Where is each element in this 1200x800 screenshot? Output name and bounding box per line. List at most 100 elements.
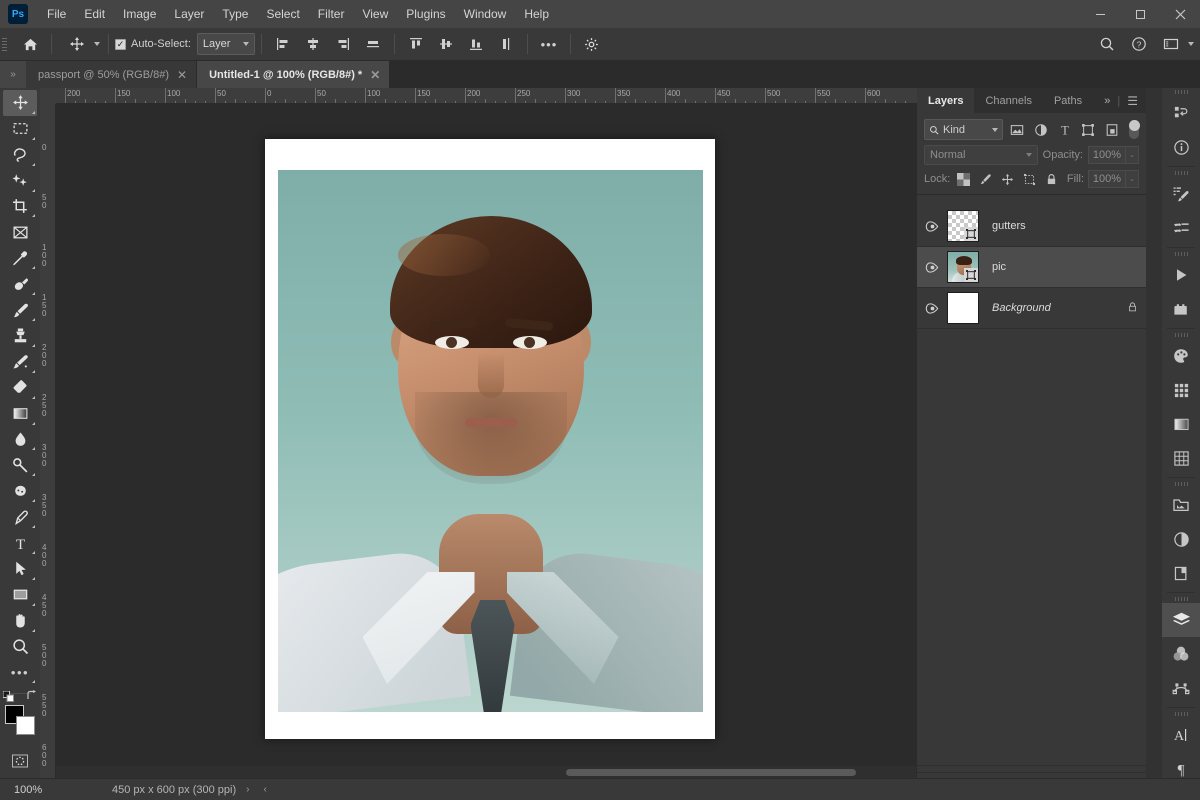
move-tool-icon[interactable] (62, 31, 92, 57)
channels-icon[interactable] (1162, 637, 1200, 671)
ruler-corner[interactable] (40, 88, 56, 104)
menu-file[interactable]: File (38, 0, 75, 28)
swatches-icon[interactable] (1162, 373, 1200, 407)
character-icon[interactable]: A (1162, 718, 1200, 752)
current-tool-chip[interactable] (58, 32, 102, 56)
layer-visibility-toggle[interactable] (917, 220, 947, 232)
actions-icon[interactable] (1162, 258, 1200, 292)
menu-select[interactable]: Select (257, 0, 308, 28)
eyedropper-tool[interactable] (3, 245, 37, 271)
menu-plugins[interactable]: Plugins (397, 0, 454, 28)
close-button[interactable] (1160, 0, 1200, 28)
align-right-edges-button[interactable] (328, 31, 358, 57)
close-icon[interactable]: ✕ (370, 68, 380, 82)
status-collapse-arrow[interactable]: ‹ (263, 784, 266, 795)
adjustments-icon[interactable] (1162, 522, 1200, 556)
layer-list[interactable]: gutters pic Background (917, 206, 1146, 738)
opacity-stepper[interactable]: ⌄ (1126, 146, 1139, 164)
document-tab-passport[interactable]: passport @ 50% (RGB/8#) ✕ (26, 61, 198, 88)
align-vertical-centers-button[interactable] (431, 31, 461, 57)
rectangular-marquee-tool[interactable] (3, 116, 37, 142)
rail-grip[interactable] (1162, 480, 1200, 488)
help-icon[interactable]: ? (1124, 31, 1154, 57)
layer-visibility-toggle[interactable] (917, 261, 947, 273)
move-tool[interactable] (3, 90, 37, 116)
frame-tool[interactable] (3, 219, 37, 245)
quick-mask-icon[interactable] (3, 748, 37, 774)
lock-artboard-icon[interactable] (1020, 170, 1038, 188)
menu-type[interactable]: Type (213, 0, 257, 28)
more-options-button[interactable]: ••• (534, 31, 564, 57)
auto-select-target-dropdown[interactable]: Layer (196, 33, 255, 55)
align-left-edges-button[interactable] (268, 31, 298, 57)
spot-healing-brush-tool[interactable] (3, 271, 37, 297)
lock-transparent-pixels-icon[interactable] (954, 170, 972, 188)
workspace-icon[interactable] (1156, 31, 1186, 57)
layer-row-pic[interactable]: pic (917, 247, 1146, 288)
rail-grip[interactable] (1162, 169, 1200, 177)
lasso-tool[interactable] (3, 142, 37, 168)
rail-grip[interactable] (1162, 331, 1200, 339)
brush-presets-icon[interactable] (1162, 211, 1200, 245)
home-icon[interactable] (15, 31, 45, 57)
clone-stamp-tool[interactable] (3, 323, 37, 349)
layer-row-background[interactable]: Background (917, 288, 1146, 329)
layer-filter-kind-dropdown[interactable]: Kind (924, 119, 1004, 140)
fill-stepper[interactable]: ⌄ (1126, 170, 1139, 188)
chevron-down-icon[interactable] (1188, 42, 1194, 46)
opacity-value[interactable]: 100% (1088, 146, 1126, 164)
dodge-tool[interactable] (3, 452, 37, 478)
horizontal-ruler[interactable]: 200 150 100 50 0 50 100 150 200 250 300 350 400 450 50… (40, 88, 917, 104)
filter-smart-object-icon[interactable] (1102, 119, 1122, 140)
search-icon[interactable] (1092, 31, 1122, 57)
background-color-swatch[interactable] (16, 716, 35, 736)
expand-panels-button[interactable]: » (0, 61, 26, 88)
filter-enable-toggle[interactable] (1128, 120, 1141, 139)
portrait-photo[interactable] (278, 170, 703, 712)
distribute-horizontal-button[interactable] (358, 31, 388, 57)
filter-type-icon[interactable]: T (1055, 119, 1075, 140)
options-bar-grip[interactable] (0, 28, 9, 61)
eraser-tool[interactable] (3, 375, 37, 401)
distribute-vertical-button[interactable] (491, 31, 521, 57)
menu-image[interactable]: Image (114, 0, 165, 28)
libraries-icon[interactable] (1162, 488, 1200, 522)
gradients-icon[interactable] (1162, 407, 1200, 441)
align-bottom-edges-button[interactable] (461, 31, 491, 57)
panel-menu-icon[interactable]: ☰ (1127, 94, 1138, 108)
scrollbar-thumb[interactable] (566, 769, 856, 776)
layer-name[interactable]: gutters (992, 220, 1138, 232)
rail-grip[interactable] (1162, 710, 1200, 718)
lock-all-icon[interactable] (1042, 170, 1060, 188)
rail-grip[interactable] (1162, 250, 1200, 258)
document-tab-untitled-1[interactable]: Untitled-1 @ 100% (RGB/8#) * ✕ (197, 61, 391, 88)
menu-help[interactable]: Help (515, 0, 558, 28)
menu-view[interactable]: View (353, 0, 397, 28)
patterns-icon[interactable] (1162, 441, 1200, 475)
menu-edit[interactable]: Edit (75, 0, 114, 28)
horizontal-scrollbar[interactable] (56, 766, 916, 778)
minimize-button[interactable] (1080, 0, 1120, 28)
filter-shape-icon[interactable] (1078, 119, 1098, 140)
info-icon[interactable] (1162, 130, 1200, 164)
align-horizontal-centers-button[interactable] (298, 31, 328, 57)
menu-layer[interactable]: Layer (165, 0, 213, 28)
blur-tool[interactable] (3, 427, 37, 453)
layers-icon[interactable] (1162, 603, 1200, 637)
rail-grip[interactable] (1162, 595, 1200, 603)
align-top-edges-button[interactable] (401, 31, 431, 57)
zoom-level[interactable]: 100% (0, 784, 58, 796)
tab-paths[interactable]: Paths (1043, 88, 1093, 113)
rectangle-tool[interactable] (3, 582, 37, 608)
layer-row-gutters[interactable]: gutters (917, 206, 1146, 247)
layer-name[interactable]: Background (992, 302, 1127, 314)
zoom-tool[interactable] (3, 634, 37, 660)
pen-tool[interactable] (3, 504, 37, 530)
paths-icon[interactable] (1162, 671, 1200, 705)
filter-adjustment-icon[interactable] (1031, 119, 1051, 140)
vertical-ruler[interactable]: 050100150200250300350400450500550600 (40, 104, 56, 778)
sponge-tool[interactable] (3, 478, 37, 504)
gradient-tool[interactable] (3, 401, 37, 427)
menu-window[interactable]: Window (455, 0, 516, 28)
lock-image-pixels-icon[interactable] (976, 170, 994, 188)
